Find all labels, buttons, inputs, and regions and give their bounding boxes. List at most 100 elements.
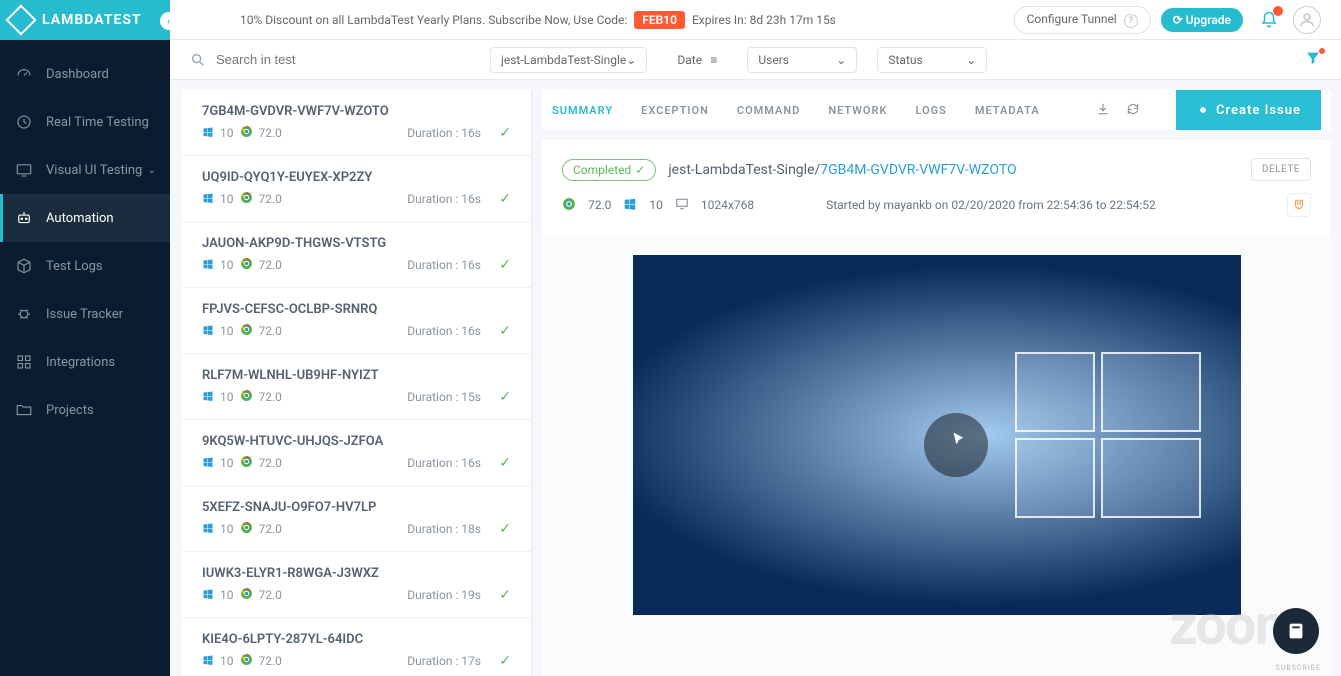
filter-icon[interactable] — [1305, 50, 1321, 70]
pass-check-icon: ✓ — [499, 191, 511, 207]
cursor-icon — [949, 431, 967, 453]
duration: Duration : 16s — [407, 192, 481, 206]
promo-text: 10% Discount on all LambdaTest Yearly Pl… — [240, 13, 627, 27]
browser-version: 72.0 — [259, 192, 282, 206]
test-meta: 1072.0Duration : 17s — [202, 653, 511, 669]
pass-check-icon: ✓ — [499, 521, 511, 537]
folder-icon — [14, 400, 34, 420]
test-list[interactable]: 7GB4M-GVDVR-VWF7V-WZOTO1072.0Duration : … — [182, 90, 532, 676]
nav-realtime[interactable]: Real Time Testing — [0, 98, 170, 146]
nav-visualui[interactable]: Visual UI Testing ⌄ — [0, 146, 170, 194]
status-select[interactable]: Status ⌄ — [877, 47, 987, 73]
test-item[interactable]: 9KQ5W-HTUVC-UHJQS-JZFOA1072.0Duration : … — [182, 420, 531, 486]
upgrade-button[interactable]: ⟳ Upgrade — [1161, 8, 1243, 32]
intercom-button[interactable] — [1273, 608, 1319, 654]
test-item[interactable]: KIE4O-6LPTY-287YL-64IDC1072.0Duration : … — [182, 618, 531, 676]
users-select[interactable]: Users ⌄ — [747, 47, 857, 73]
test-item[interactable]: JAUON-AKP9D-THGWS-VTSTG1072.0Duration : … — [182, 222, 531, 288]
promo-expires: Expires In: 8d 23h 17m 15s — [692, 13, 836, 27]
logo-icon — [5, 4, 36, 35]
chevron-down-icon: ⌄ — [966, 53, 976, 67]
chevron-down-icon: ⌄ — [836, 53, 846, 67]
magnet-icon[interactable] — [1287, 193, 1311, 217]
nav-label: Automation — [46, 211, 114, 226]
refresh-icon: ⟳ — [1173, 13, 1186, 27]
test-item[interactable]: RLF7M-WLNHL-UB9HF-NYIZT1072.0Duration : … — [182, 354, 531, 420]
pass-check-icon: ✓ — [499, 455, 511, 471]
robot-icon — [14, 208, 34, 228]
build-name: jest-LambdaTest-Single/7GB4M-GVDVR-VWF7V… — [668, 162, 1016, 178]
test-id: UQ9ID-QYQ1Y-EUYEX-XP2ZY — [202, 170, 511, 185]
nav-projects[interactable]: Projects — [0, 386, 170, 434]
build-link[interactable]: 7GB4M-GVDVR-VWF7V-WZOTO — [820, 162, 1016, 178]
nav-integrations[interactable]: Integrations — [0, 338, 170, 386]
date-filter[interactable]: Date ≡ — [667, 48, 727, 72]
main: 7GB4M-GVDVR-VWF7V-WZOTO1072.0Duration : … — [170, 80, 1341, 676]
promo-banner: 10% Discount on all LambdaTest Yearly Pl… — [190, 13, 1014, 27]
os-version: 10 — [220, 258, 234, 272]
detail-pane: SUMMARY EXCEPTION COMMAND NETWORK LOGS M… — [542, 90, 1331, 676]
chrome-icon — [240, 389, 253, 405]
nav-label: Dashboard — [46, 67, 109, 82]
nav: Dashboard Real Time Testing Visual UI Te… — [0, 40, 170, 434]
delete-button[interactable]: DELETE — [1251, 158, 1311, 181]
os-version: 10 — [220, 192, 234, 206]
chrome-icon — [240, 521, 253, 537]
download-icon[interactable] — [1096, 102, 1110, 119]
test-item[interactable]: IUWK3-ELYR1-R8WGA-J3WXZ1072.0Duration : … — [182, 552, 531, 618]
windows-icon — [202, 192, 214, 207]
test-item[interactable]: 5XEFZ-SNAJU-O9FO7-HV7LP1072.0Duration : … — [182, 486, 531, 552]
tab-command[interactable]: COMMAND — [737, 104, 800, 117]
tab-metadata[interactable]: METADATA — [975, 104, 1040, 117]
subscribe-label: SUBSCRIBE — [1276, 664, 1321, 672]
test-id: 7GB4M-GVDVR-VWF7V-WZOTO — [202, 104, 511, 119]
create-issue-label: Create Issue — [1216, 103, 1301, 118]
search-wrap — [190, 46, 470, 73]
browser-version: 72.0 — [259, 258, 282, 272]
test-item[interactable]: FPJVS-CEFSC-OCLBP-SRNRQ1072.0Duration : … — [182, 288, 531, 354]
tab-network[interactable]: NETWORK — [828, 104, 887, 117]
nav-testlogs[interactable]: Test Logs — [0, 242, 170, 290]
notification-bell[interactable] — [1257, 8, 1281, 32]
nav-label: Integrations — [46, 355, 115, 370]
test-item[interactable]: UQ9ID-QYQ1Y-EUYEX-XP2ZY 10 72.0 Duration : … — [182, 156, 531, 222]
duration: Duration : 17s — [407, 654, 481, 668]
test-meta: 1072.0Duration : 15s — [202, 389, 511, 405]
detail-header: Completed ✓ jest-LambdaTest-Single/7GB4M… — [542, 140, 1331, 235]
test-id: IUWK3-ELYR1-R8WGA-J3WXZ — [202, 566, 511, 581]
check-icon: ✓ — [635, 163, 645, 177]
windows-icon — [202, 390, 214, 405]
pass-check-icon: ✓ — [499, 587, 511, 603]
create-issue-button[interactable]: Create Issue — [1176, 90, 1321, 130]
build-prefix: jest-LambdaTest-Single/ — [668, 162, 820, 178]
browser-version: 72.0 — [259, 588, 282, 602]
chrome-icon — [240, 455, 253, 471]
windows-icon — [202, 588, 214, 603]
nav-dashboard[interactable]: Dashboard — [0, 50, 170, 98]
tab-logs[interactable]: LOGS — [915, 104, 946, 117]
refresh-icon[interactable] — [1126, 102, 1140, 119]
nav-label: Test Logs — [46, 259, 103, 274]
status-pill: Completed ✓ — [562, 159, 656, 181]
nav-automation[interactable]: Automation — [0, 194, 170, 242]
windows-icon — [202, 654, 214, 669]
windows-icon — [202, 258, 214, 273]
windows-icon — [202, 522, 214, 537]
nav-issuetracker[interactable]: Issue Tracker — [0, 290, 170, 338]
session-screenshot[interactable] — [633, 255, 1241, 615]
test-item[interactable]: 7GB4M-GVDVR-VWF7V-WZOTO1072.0Duration : … — [182, 90, 531, 156]
user-avatar[interactable] — [1293, 6, 1321, 34]
detail-row-2: 72.0 10 1024x768 Started by mayankb on 0… — [562, 193, 1311, 217]
configure-tunnel-button[interactable]: Configure Tunnel ? — [1014, 6, 1151, 34]
chevron-down-icon: ⌄ — [626, 53, 636, 67]
promo-code: FEB10 — [634, 11, 685, 29]
help-icon[interactable]: ? — [1124, 14, 1138, 28]
test-id: 9KQ5W-HTUVC-UHJQS-JZFOA — [202, 434, 511, 449]
tab-exception[interactable]: EXCEPTION — [641, 104, 709, 117]
tab-summary[interactable]: SUMMARY — [552, 104, 613, 117]
search-input[interactable] — [212, 46, 470, 73]
build-select[interactable]: jest-LambdaTest-Single ⌄ — [490, 47, 647, 73]
sort-icon: ≡ — [710, 53, 717, 67]
upgrade-label: Upgrade — [1186, 13, 1231, 27]
status-label: Status — [888, 53, 922, 67]
